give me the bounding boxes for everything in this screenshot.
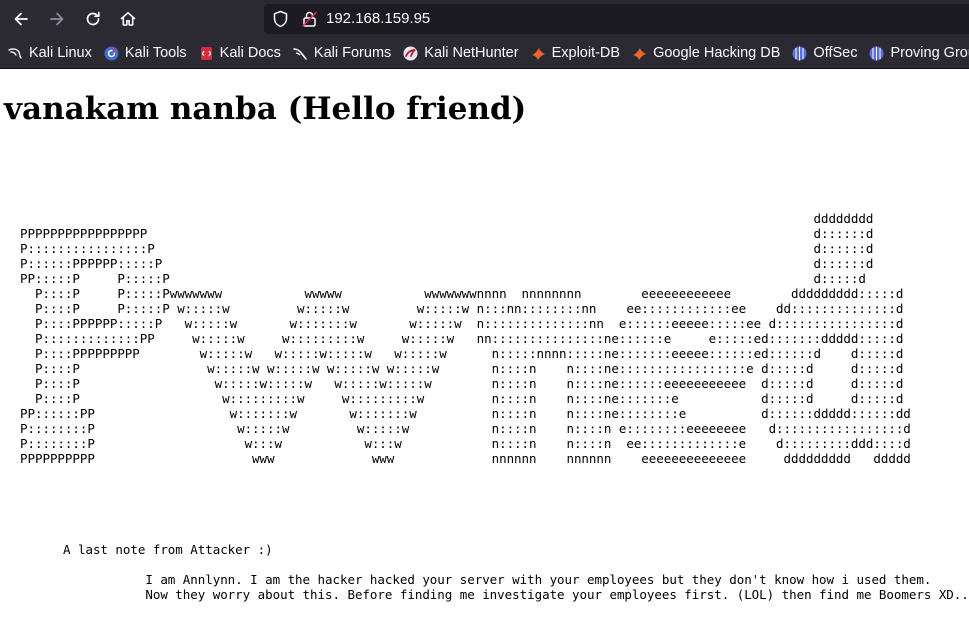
back-button[interactable] bbox=[7, 5, 35, 33]
bookmark-label: Kali NetHunter bbox=[424, 45, 519, 61]
kali-dragon-icon bbox=[8, 46, 23, 61]
browser-toolbar: 192.168.159.95 bbox=[0, 0, 969, 38]
back-arrow-icon bbox=[12, 10, 30, 28]
ascii-art-banner: dddddddd PPPPPPPPPPPPPPPPP d::::::d P:::… bbox=[20, 211, 911, 466]
tracking-protection-shield-icon[interactable] bbox=[272, 10, 289, 32]
bookmark-proving-grounds[interactable]: Proving Grou bbox=[869, 45, 969, 61]
bookmark-label: Kali Tools bbox=[124, 45, 187, 61]
bookmark-kali-docs[interactable]: Kali Docs bbox=[199, 45, 281, 61]
bookmark-label: Proving Grou bbox=[890, 45, 969, 61]
reload-button[interactable] bbox=[79, 5, 107, 33]
url-text[interactable]: 192.168.159.95 bbox=[326, 10, 430, 27]
ghdb-icon bbox=[632, 46, 647, 61]
offsec-icon bbox=[792, 46, 807, 61]
bookmark-offsec[interactable]: OffSec bbox=[792, 45, 857, 61]
bookmark-label: OffSec bbox=[813, 45, 858, 61]
address-bar[interactable]: 192.168.159.95 bbox=[264, 4, 969, 34]
browser-chrome: 192.168.159.95 Kali Linux Kali Tools Kal… bbox=[0, 0, 969, 69]
forward-arrow-icon bbox=[48, 10, 66, 28]
nethunter-icon bbox=[403, 46, 418, 61]
bookmark-label: Exploit-DB bbox=[551, 45, 621, 61]
note-line-1: I am Annlynn. I am the hacker hacked you… bbox=[145, 572, 932, 587]
attacker-note: A last note from Attacker :) I am Annlyn… bbox=[63, 542, 969, 602]
note-heading: A last note from Attacker :) bbox=[63, 542, 273, 557]
note-line-2: Now they worry about this. Before findin… bbox=[145, 587, 969, 602]
bookmark-kali-linux[interactable]: Kali Linux bbox=[8, 45, 92, 61]
bookmark-label: Google Hacking DB bbox=[653, 45, 781, 61]
bookmark-kali-forums[interactable]: Kali Forums bbox=[293, 45, 391, 61]
bookmark-label: Kali Docs bbox=[219, 45, 281, 61]
bookmark-kali-nethunter[interactable]: Kali NetHunter bbox=[403, 45, 519, 61]
home-icon bbox=[119, 10, 137, 28]
proving-grounds-icon bbox=[869, 46, 884, 61]
bookmark-label: Kali Linux bbox=[29, 45, 92, 61]
kali-docs-icon bbox=[199, 46, 214, 61]
reload-icon bbox=[84, 10, 102, 28]
exploit-db-icon bbox=[531, 46, 546, 61]
bookmark-label: Kali Forums bbox=[313, 45, 392, 61]
home-button[interactable] bbox=[114, 5, 142, 33]
page-title: vanakam nanba (Hello friend) bbox=[4, 91, 527, 127]
kali-tools-icon bbox=[104, 46, 119, 61]
bookmark-kali-tools[interactable]: Kali Tools bbox=[104, 45, 187, 61]
forward-button[interactable] bbox=[43, 5, 71, 33]
bookmark-google-hacking-db[interactable]: Google Hacking DB bbox=[632, 45, 780, 61]
bookmarks-toolbar: Kali Linux Kali Tools Kali Docs Kali For… bbox=[0, 38, 969, 69]
page-content: vanakam nanba (Hello friend) dddddddd PP… bbox=[0, 69, 969, 644]
bookmark-exploit-db[interactable]: Exploit-DB bbox=[531, 45, 621, 61]
kali-forums-icon bbox=[293, 46, 308, 61]
insecure-lock-icon[interactable] bbox=[301, 10, 318, 32]
